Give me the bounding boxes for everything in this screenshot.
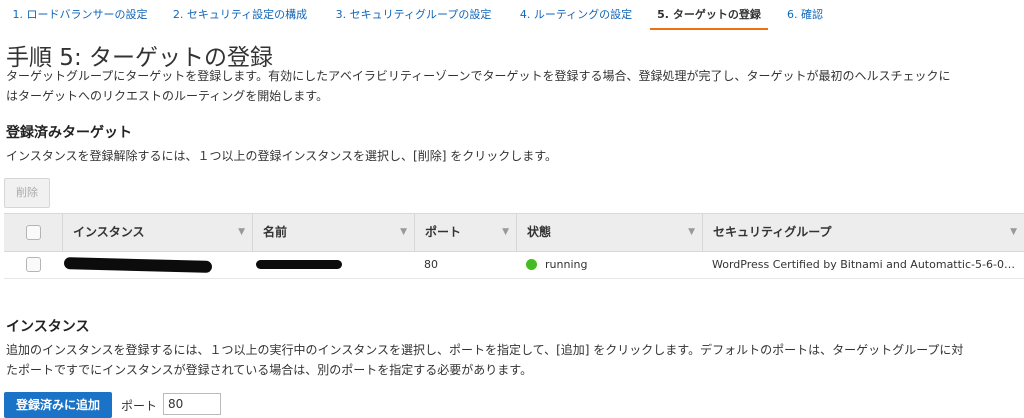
- step-routing[interactable]: 4. ルーティングの設定: [511, 0, 641, 28]
- column-header-instance[interactable]: インスタンス ▼: [62, 214, 253, 251]
- instance-id-cell: [62, 251, 252, 278]
- registered-targets-table-header: インスタンス ▼ 名前 ▼ ポート ▼ 状態 ▼ セキュリティグループ ▼: [4, 213, 1024, 252]
- step-register-targets[interactable]: 5. ターゲットの登録: [650, 0, 768, 30]
- step-review[interactable]: 6. 確認: [780, 0, 830, 28]
- registered-targets-heading: 登録済みターゲット: [6, 125, 132, 141]
- column-header-name-label: 名前: [263, 225, 288, 239]
- page-description-line1: ターゲットグループにターゲットを登録します。有効にしたアベイラビリティーゾーンで…: [6, 69, 951, 83]
- redaction-mark: [256, 260, 342, 269]
- step-security-group[interactable]: 3. セキュリティグループの設定: [326, 0, 501, 28]
- column-header-port[interactable]: ポート ▼: [414, 214, 517, 251]
- step-load-balancer[interactable]: 1. ロードバランサーの設定: [4, 0, 156, 28]
- state-label: running: [545, 258, 588, 271]
- column-header-instance-label: インスタンス: [73, 225, 145, 239]
- sort-caret-icon: ▼: [400, 227, 407, 237]
- port-cell: 80: [424, 258, 438, 271]
- instances-instructions: 追加のインスタンスを登録するには、１つ以上の実行中のインスタンスを選択し、ポート…: [6, 340, 1024, 380]
- step-security-settings[interactable]: 2. セキュリティ設定の構成: [165, 0, 315, 28]
- port-label: ポート: [121, 399, 158, 413]
- status-running-icon: [526, 258, 537, 270]
- port-input[interactable]: [163, 393, 221, 415]
- column-header-name[interactable]: 名前 ▼: [252, 214, 415, 251]
- page-description-line2: はターゲットへのリクエストのルーティングを開始します。: [6, 89, 329, 103]
- state-cell: running: [526, 251, 702, 278]
- add-to-registered-button[interactable]: 登録済みに追加: [4, 392, 112, 418]
- sort-caret-icon: ▼: [688, 227, 695, 237]
- column-header-security-group[interactable]: セキュリティグループ ▼: [702, 214, 1024, 251]
- sort-caret-icon: ▼: [1010, 227, 1017, 237]
- instances-instructions-line2: たポートですでにインスタンスが登録されている場合は、別のポートを指定する必要があ…: [6, 363, 533, 377]
- redaction-mark: [63, 257, 213, 273]
- column-header-port-label: ポート: [425, 225, 462, 239]
- security-group-cell: WordPress Certified by Bitnami and Autom…: [712, 258, 1015, 271]
- remove-button[interactable]: 削除: [4, 178, 50, 208]
- registered-targets-instructions: インスタンスを登録解除するには、１つ以上の登録インスタンスを選択し、[削除] を…: [6, 149, 558, 163]
- column-header-state[interactable]: 状態 ▼: [516, 214, 703, 251]
- table-row[interactable]: 80 running WordPress Certified by Bitnam…: [4, 251, 1024, 279]
- instance-name-cell: [252, 251, 414, 278]
- wizard-steps: 1. ロードバランサーの設定 2. セキュリティ設定の構成 3. セキュリティグ…: [0, 0, 1024, 30]
- row-checkbox[interactable]: [26, 257, 41, 272]
- instances-instructions-line1: 追加のインスタンスを登録するには、１つ以上の実行中のインスタンスを選択し、ポート…: [6, 343, 964, 357]
- column-header-state-label: 状態: [527, 225, 552, 239]
- sort-caret-icon: ▼: [238, 227, 245, 237]
- select-all-checkbox[interactable]: [26, 225, 41, 240]
- instances-heading: インスタンス: [6, 319, 90, 335]
- column-header-security-group-label: セキュリティグループ: [713, 225, 832, 239]
- sort-caret-icon: ▼: [502, 227, 509, 237]
- page-description: ターゲットグループにターゲットを登録します。有効にしたアベイラビリティーゾーンで…: [6, 66, 1024, 106]
